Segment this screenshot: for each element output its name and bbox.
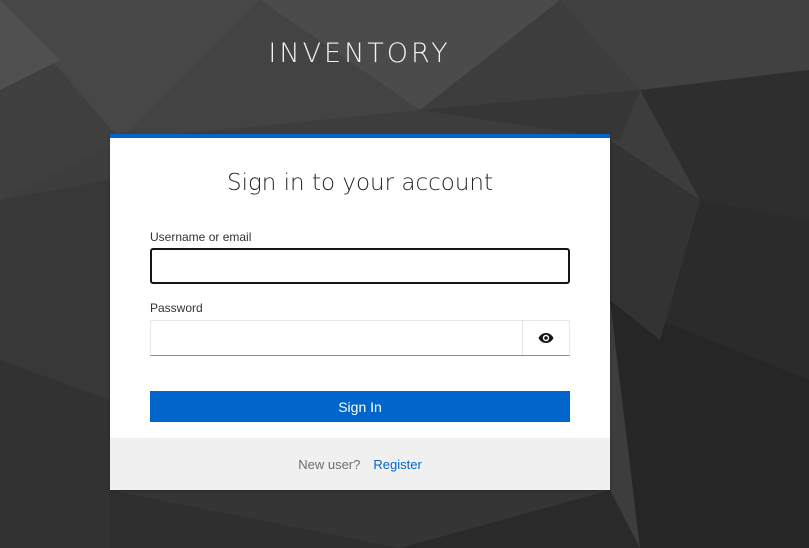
eye-icon <box>538 333 554 343</box>
registration-footer: New user? Register <box>110 438 610 490</box>
realm-title: INVENTORY <box>268 38 451 69</box>
password-input[interactable] <box>151 321 522 355</box>
new-user-prompt: New user? <box>298 456 361 472</box>
login-card: Sign in to your account Username or emai… <box>110 134 610 490</box>
show-password-button[interactable] <box>522 321 569 355</box>
register-link[interactable]: Register <box>373 457 421 472</box>
username-label: Username or email <box>150 230 252 244</box>
password-label: Password <box>150 301 203 315</box>
sign-in-button[interactable]: Sign In <box>150 391 570 422</box>
username-input[interactable] <box>150 248 570 284</box>
page-title: Sign in to your account <box>226 170 494 196</box>
password-field-group <box>150 320 570 356</box>
